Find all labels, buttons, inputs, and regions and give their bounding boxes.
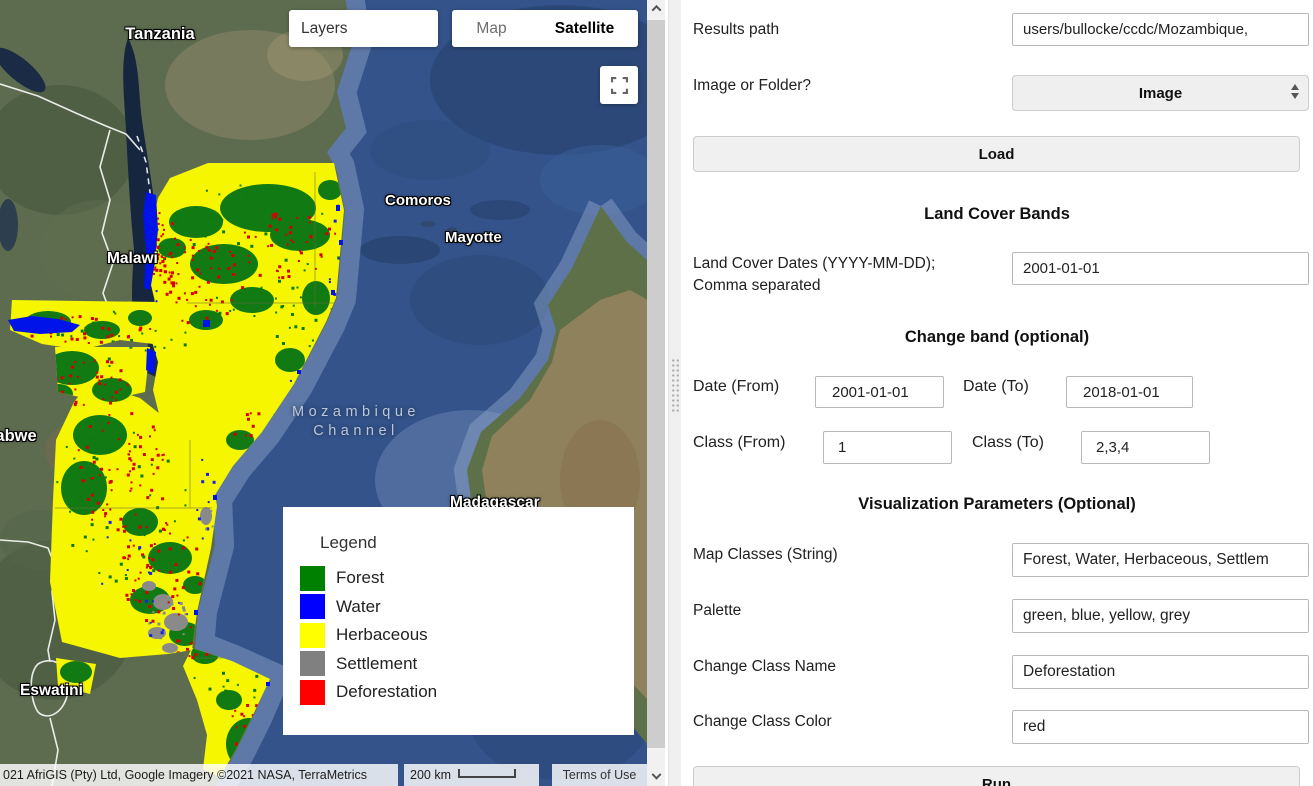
change-class-color-input[interactable] [1012, 710, 1309, 744]
legend-label: Water [336, 597, 381, 617]
palette-input[interactable] [1012, 599, 1309, 633]
scale-text: 200 km [410, 768, 451, 782]
legend-item: Settlement [300, 650, 634, 679]
image-or-folder-label: Image or Folder? [693, 77, 811, 95]
change-class-name-input[interactable] [1012, 655, 1309, 689]
palette-label: Palette [693, 602, 741, 620]
land-cover-dates-label-line2: Comma separated [693, 277, 821, 295]
map-type-satellite[interactable]: Satellite [531, 10, 638, 47]
legend-label: Deforestation [336, 682, 437, 702]
legend-swatch-deforestation [300, 680, 325, 705]
parameters-panel: Results path Image or Folder? Image Load… [681, 0, 1313, 786]
map-type-map[interactable]: Map [452, 10, 531, 47]
terms-of-use-link[interactable]: Terms of Use [552, 764, 647, 786]
land-cover-dates-input[interactable] [1012, 252, 1309, 285]
chevron-up-icon [651, 5, 661, 15]
change-class-name-label: Change Class Name [693, 658, 836, 676]
splitter-grip-icon[interactable] [671, 358, 680, 412]
date-from-input[interactable] [815, 376, 944, 408]
run-button[interactable]: Run [693, 766, 1300, 786]
legend-swatch-water [300, 594, 325, 619]
legend-swatch-herbaceous [300, 623, 325, 648]
load-button[interactable]: Load [693, 136, 1300, 172]
ccdc-results-viewer: Tanzania Comoros Mayotte Malawi Zimbabwe… [0, 0, 1313, 786]
results-path-label: Results path [693, 21, 779, 39]
date-from-label: Date (From) [693, 378, 779, 396]
legend-item: Water [300, 593, 634, 622]
scale-bar [458, 769, 516, 778]
visualization-parameters-heading: Visualization Parameters (Optional) [681, 495, 1313, 514]
scrollbar-thumb[interactable] [647, 20, 665, 748]
legend-swatch-settlement [300, 651, 325, 676]
legend-item: Forest [300, 564, 634, 593]
vertical-scrollbar[interactable] [647, 0, 665, 786]
map-attribution: 021 AfriGIS (Pty) Ltd, Google Imagery ©2… [0, 764, 398, 786]
pane-splitter[interactable] [665, 0, 681, 786]
class-from-input[interactable] [823, 431, 952, 464]
class-from-label: Class (From) [693, 434, 785, 452]
legend-swatch-forest [300, 566, 325, 591]
map-label-tanzania: Tanzania [110, 25, 210, 44]
chevron-down-icon [651, 770, 661, 780]
map-label-zimbabwe: Zimbabwe [0, 427, 37, 446]
legend-item: Herbaceous [300, 621, 634, 650]
map-label-mozambique-channel: Mozambique Channel [280, 403, 432, 441]
legend-panel: Legend Forest Water Herbaceous Settlement De… [283, 507, 634, 735]
legend-label: Herbaceous [336, 625, 428, 645]
land-cover-dates-label-line1: Land Cover Dates (YYYY-MM-DD); [693, 255, 935, 273]
map-classes-label: Map Classes (String) [693, 546, 838, 564]
map-label-eswatini: Eswatini [20, 682, 83, 700]
layers-button[interactable]: Layers [289, 10, 438, 47]
map-canvas[interactable]: Tanzania Comoros Mayotte Malawi Zimbabwe… [0, 0, 647, 786]
map-label-mayotte: Mayotte [445, 229, 502, 246]
date-to-label: Date (To) [963, 378, 1029, 396]
fullscreen-icon [611, 77, 628, 94]
legend-title: Legend [320, 533, 634, 553]
change-class-color-label: Change Class Color [693, 713, 832, 731]
map-classes-input[interactable] [1012, 543, 1309, 577]
scroll-down-button[interactable] [647, 769, 665, 786]
scroll-up-button[interactable] [647, 0, 665, 17]
change-band-heading: Change band (optional) [681, 328, 1313, 347]
map-scale-control: 200 km [404, 764, 539, 786]
map-label-malawi: Malawi [107, 250, 158, 268]
map-type-toggle: Map Satellite [452, 10, 638, 47]
layers-button-label: Layers [301, 20, 348, 38]
image-or-folder-value: Image [1139, 85, 1182, 102]
map-label-comoros: Comoros [385, 192, 451, 209]
legend-label: Forest [336, 568, 384, 588]
date-to-input[interactable] [1066, 376, 1193, 408]
legend-item: Deforestation [300, 678, 634, 707]
fullscreen-button[interactable] [600, 66, 638, 104]
select-spinner-icon [1291, 84, 1299, 99]
results-path-input[interactable] [1012, 13, 1309, 46]
class-to-input[interactable] [1081, 431, 1210, 464]
land-cover-bands-heading: Land Cover Bands [681, 205, 1313, 224]
class-to-label: Class (To) [972, 434, 1044, 452]
legend-label: Settlement [336, 654, 417, 674]
image-or-folder-select[interactable]: Image [1012, 75, 1309, 111]
